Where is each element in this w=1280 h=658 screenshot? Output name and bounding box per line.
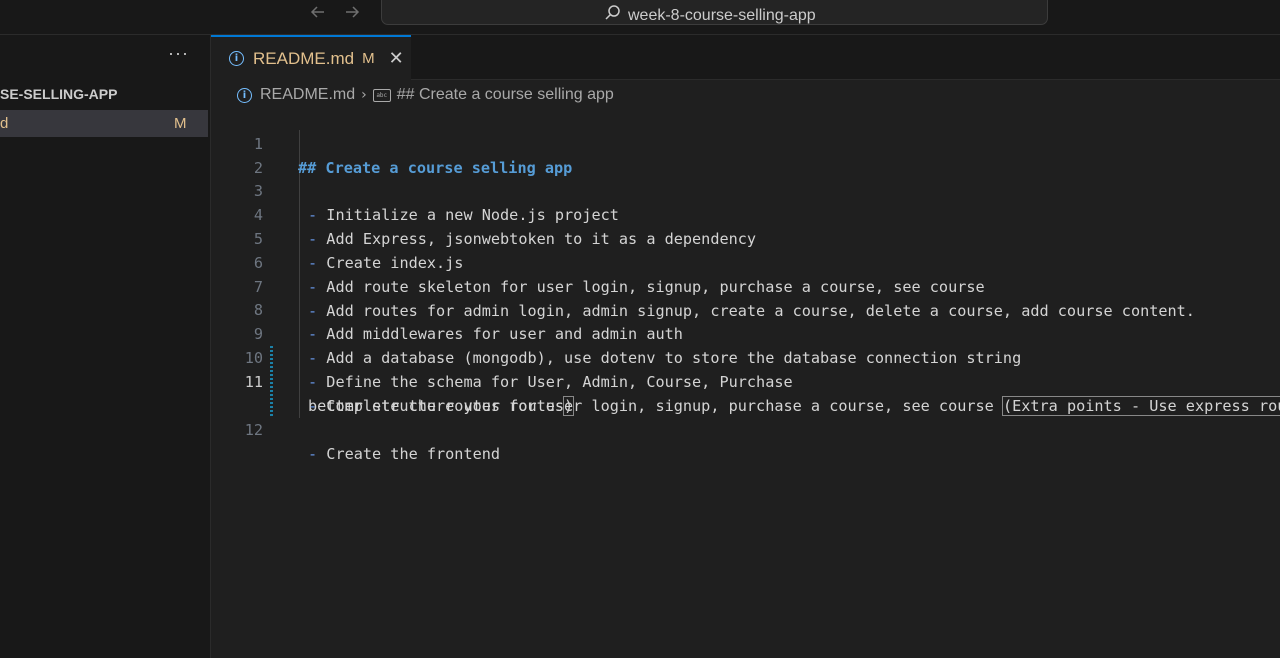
line-text: Create the frontend [326, 445, 501, 463]
tab-label: README.md [253, 48, 355, 68]
arrow-left-icon[interactable] [308, 2, 328, 26]
editor-line-wrapped[interactable]: better structure your routes) [211, 370, 1280, 416]
more-actions-icon[interactable]: ··· [168, 44, 189, 62]
close-icon[interactable]: ✕ [389, 48, 404, 69]
editor-line[interactable]: 7 - Add routes for admin login, admin si… [211, 251, 1280, 320]
line-number: 12 [244, 421, 263, 439]
folder-name: SE-SELLING-APP [0, 86, 118, 102]
tab-modified-badge: M [362, 50, 375, 67]
arrow-right-icon[interactable] [342, 2, 362, 26]
breadcrumb-symbol[interactable]: ## Create a course selling app [397, 86, 614, 104]
search-text: week-8-course-selling-app [628, 6, 816, 24]
breadcrumb: i README.md › abc ## Create a course sel… [237, 85, 614, 105]
command-center-search[interactable]: week-8-course-selling-app [381, 0, 1048, 25]
breadcrumb-file[interactable]: README.md [260, 86, 355, 104]
explorer-file-item[interactable]: d M [0, 110, 208, 137]
search-icon [604, 4, 622, 27]
editor-line[interactable]: 8 - Add middlewares for user and admin a… [211, 274, 1280, 343]
editor-line[interactable]: 4 - Add Express, jsonwebtoken to it as a… [211, 179, 1280, 248]
string-symbol-icon: abc [372, 88, 391, 102]
editor-line[interactable]: 5 - Create index.js [211, 203, 1280, 272]
editor-line[interactable]: 6 - Add route skeleton for user login, s… [211, 227, 1280, 296]
info-icon: i [237, 87, 252, 103]
editor-line-active[interactable]: 11 - Complete the routes for user login,… [211, 346, 1280, 416]
editor-line[interactable]: 1 ## Create a course selling app [211, 108, 1280, 177]
explorer-folder-header[interactable]: SE-SELLING-APP [0, 86, 208, 106]
code-editor[interactable]: 1 ## Create a course selling app 2 3 - I… [211, 106, 1280, 658]
file-name: d [0, 115, 9, 132]
file-modified-badge: M [174, 115, 187, 132]
editor-line[interactable]: 10 - Define the schema for User, Admin, … [211, 322, 1280, 391]
explorer-sidebar: ··· SE-SELLING-APP d M [0, 35, 211, 658]
list-marker: - [308, 445, 327, 463]
editor-line[interactable]: 9 - Add a database (mongodb), use dotenv… [211, 298, 1280, 367]
editor-line[interactable]: 2 [211, 132, 1280, 177]
chevron-right-icon: › [361, 87, 367, 103]
line-content: - Create the frontend [308, 442, 500, 466]
editor-tab-bar: i README.md M ✕ [211, 35, 1280, 80]
info-icon: i [229, 51, 244, 66]
editor-line[interactable]: 12 - Create the frontend [211, 394, 1280, 463]
editor-line[interactable]: 3 - Initialize a new Node.js project [211, 155, 1280, 224]
tab-readme[interactable]: i README.md M ✕ [211, 35, 411, 80]
title-bar: week-8-course-selling-app [0, 0, 1280, 35]
